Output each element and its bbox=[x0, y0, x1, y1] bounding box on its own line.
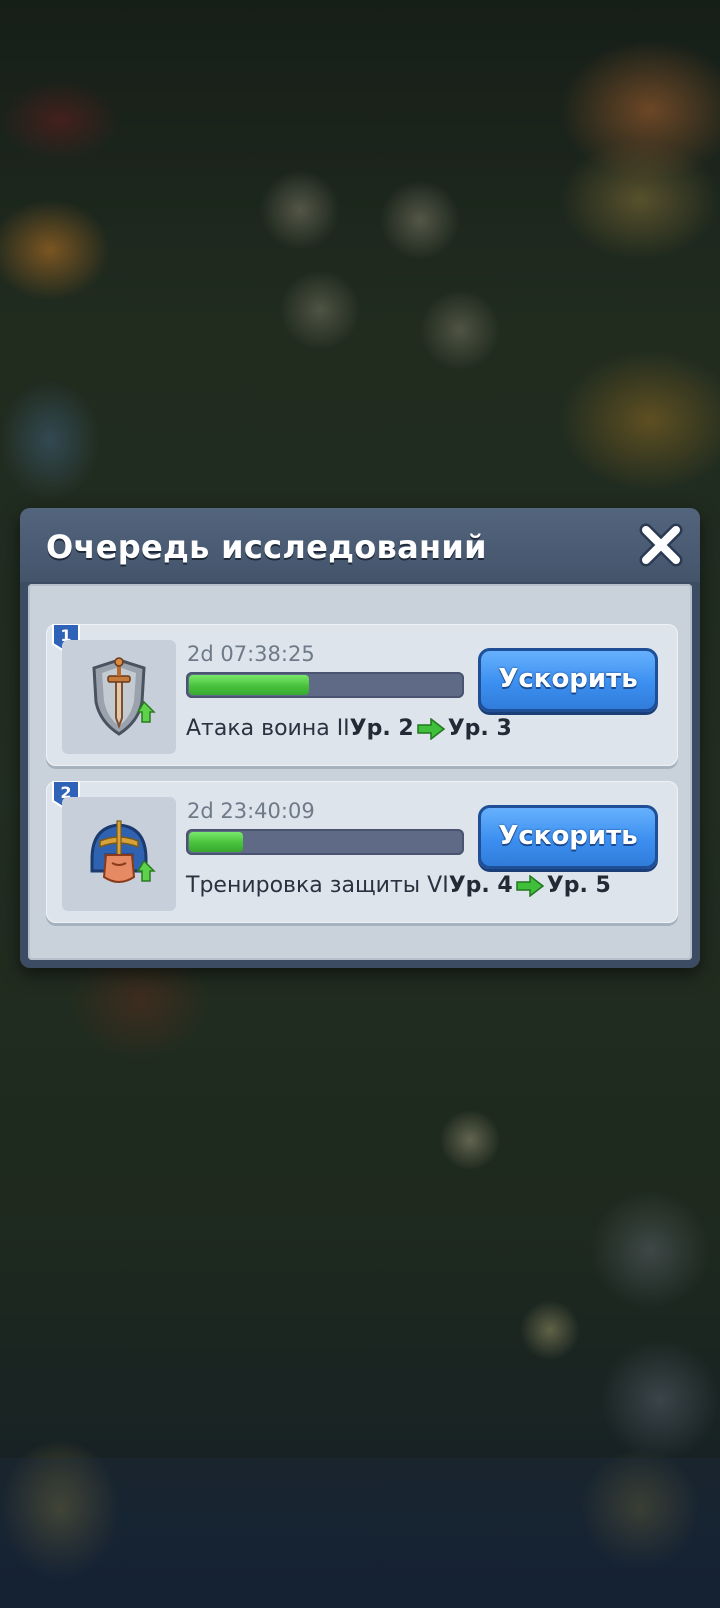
research-description: Тренировка защиты VI Ур. 4 Ур. 5 bbox=[186, 873, 611, 898]
research-progress-fill bbox=[189, 675, 309, 695]
close-button[interactable] bbox=[636, 520, 686, 570]
dialog-header: Очередь исследований bbox=[20, 508, 700, 582]
helmet-upgrade-icon bbox=[90, 820, 156, 883]
research-queue-item: 2 2d 23:40:09 Тренировка защиты VIУр. 4 bbox=[46, 781, 678, 923]
level-from: Ур. 2 bbox=[349, 716, 414, 741]
level-to: Ур. 3 bbox=[447, 716, 512, 741]
level-to: Ур. 5 bbox=[546, 873, 611, 898]
research-name: Атака воина II bbox=[186, 716, 350, 741]
dialog-body: 1 2d 07:38:25 Атака воина II Ур. 2 Ур. 3… bbox=[28, 584, 692, 960]
research-queue-item: 1 2d 07:38:25 Атака воина II Ур. 2 Ур. 3… bbox=[46, 624, 678, 766]
research-icon-slot bbox=[62, 797, 176, 911]
speed-up-button[interactable]: Ускорить bbox=[478, 648, 658, 712]
bottom-toolbar-blurred bbox=[0, 1458, 720, 1608]
research-timer: 2d 23:40:09 bbox=[187, 799, 315, 823]
sword-shield-upgrade-icon bbox=[92, 657, 156, 736]
close-x-icon bbox=[639, 523, 683, 567]
research-queue-dialog: Очередь исследований 1 2d 07:38:25 Атака… bbox=[20, 508, 700, 968]
research-progress-bar bbox=[186, 672, 464, 698]
research-icon-slot bbox=[62, 640, 176, 754]
research-name: Тренировка защиты VI bbox=[186, 873, 449, 898]
research-description: Атака воина II Ур. 2 Ур. 3 bbox=[186, 716, 512, 741]
research-timer: 2d 07:38:25 bbox=[187, 642, 315, 666]
speed-up-button-label: Ускорить bbox=[498, 821, 638, 851]
dialog-title: Очередь исследований bbox=[46, 528, 487, 566]
arrow-right-icon bbox=[416, 717, 445, 740]
research-progress-bar bbox=[186, 829, 464, 855]
research-progress-fill bbox=[189, 832, 243, 852]
arrow-right-icon bbox=[516, 874, 544, 897]
level-from: Ур. 4 bbox=[448, 873, 513, 898]
speed-up-button-label: Ускорить bbox=[498, 664, 638, 694]
speed-up-button[interactable]: Ускорить bbox=[478, 805, 658, 869]
